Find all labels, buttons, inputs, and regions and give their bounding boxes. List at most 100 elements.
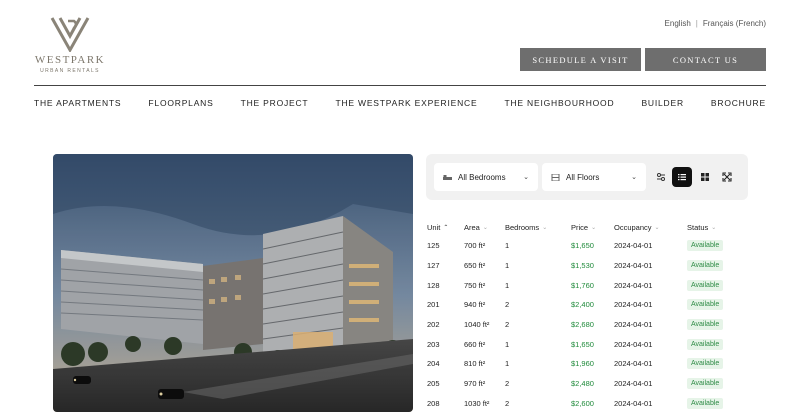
cell-occupancy: 2024-04-01 bbox=[614, 300, 653, 310]
nav-item-neighbourhood[interactable]: THE NEIGHBOURHOOD bbox=[504, 98, 614, 108]
cell-occupancy: 2024-04-01 bbox=[614, 320, 653, 330]
cell-bedrooms: 2 bbox=[505, 398, 510, 408]
expand-button[interactable] bbox=[717, 167, 737, 187]
table-row[interactable]: 201 940 ft² 2 $2,400 2024-04-01 Available bbox=[426, 295, 748, 315]
column-header-status[interactable]: Status ⌄ bbox=[687, 223, 748, 232]
cell-bedrooms: 1 bbox=[505, 339, 510, 349]
language-switcher: English | Français (French) bbox=[665, 19, 766, 28]
filter-panel: All Bedrooms ⌄ All Floors ⌄ bbox=[426, 154, 748, 200]
lang-english-link[interactable]: English bbox=[665, 19, 691, 28]
contact-us-button[interactable]: CONTACT US bbox=[645, 48, 766, 71]
schedule-visit-button[interactable]: SCHEDULE A VISIT bbox=[520, 48, 641, 71]
sort-icon: ⌄ bbox=[654, 224, 660, 231]
table-row[interactable]: 208 1030 ft² 2 $2,600 2024-04-01 Available bbox=[426, 394, 748, 412]
cell-area: 750 ft² bbox=[464, 280, 486, 290]
cell-price: $2,680 bbox=[571, 320, 594, 330]
column-header-label: Area bbox=[464, 222, 480, 232]
cell-area: 810 ft² bbox=[464, 359, 486, 369]
cell-occupancy: 2024-04-01 bbox=[614, 359, 653, 369]
nav-item-floorplans[interactable]: FLOORPLANS bbox=[148, 98, 213, 108]
cell-status: Available bbox=[687, 338, 748, 350]
cell-status: Available bbox=[687, 397, 748, 409]
cell-area: 700 ft² bbox=[464, 241, 486, 251]
lang-separator: | bbox=[695, 19, 698, 28]
nav-item-brochure[interactable]: BROCHURE bbox=[711, 98, 766, 108]
nav-item-project[interactable]: THE PROJECT bbox=[241, 98, 309, 108]
main-nav: THE APARTMENTS FLOORPLANS THE PROJECT TH… bbox=[34, 98, 766, 108]
cell-price: $2,600 bbox=[571, 398, 594, 408]
cell-status: Available bbox=[687, 260, 748, 272]
nav-item-apartments[interactable]: THE APARTMENTS bbox=[34, 98, 121, 108]
cell-status: Available bbox=[687, 358, 748, 370]
cell-unit: 201 bbox=[427, 300, 440, 310]
cell-unit: 204 bbox=[427, 359, 440, 369]
column-header-occupancy[interactable]: Occupancy ⌄ bbox=[614, 223, 687, 232]
grid-view-button[interactable] bbox=[695, 167, 715, 187]
status-badge: Available bbox=[687, 378, 724, 390]
cell-price: $1,760 bbox=[571, 280, 594, 290]
page: WESTPARK URBAN RENTALS English | Françai… bbox=[0, 0, 800, 412]
table-row[interactable]: 203 660 ft² 1 $1,650 2024-04-01 Available bbox=[426, 334, 748, 354]
cell-occupancy: 2024-04-01 bbox=[614, 261, 653, 271]
cell-price: $1,650 bbox=[571, 241, 594, 251]
bedrooms-dropdown[interactable]: All Bedrooms ⌄ bbox=[434, 163, 538, 191]
cell-area: 1030 ft² bbox=[464, 398, 490, 408]
table-row[interactable]: 127 650 ft² 1 $1,530 2024-04-01 Available bbox=[426, 256, 748, 276]
sort-icon: ⌄ bbox=[542, 224, 548, 231]
sort-icon: ⌄ bbox=[591, 224, 597, 231]
status-badge: Available bbox=[687, 299, 724, 311]
list-view-button[interactable] bbox=[672, 167, 692, 187]
cell-area: 970 ft² bbox=[464, 379, 486, 389]
cell-area: 1040 ft² bbox=[464, 320, 490, 330]
settings-sliders-button[interactable] bbox=[651, 167, 671, 187]
cell-status: Available bbox=[687, 240, 748, 252]
cell-status: Available bbox=[687, 378, 748, 390]
status-badge: Available bbox=[687, 260, 724, 272]
westpark-logo[interactable]: WESTPARK URBAN RENTALS bbox=[34, 16, 106, 74]
cell-price: $1,650 bbox=[571, 339, 594, 349]
cell-area: 660 ft² bbox=[464, 339, 486, 349]
cell-occupancy: 2024-04-01 bbox=[614, 398, 653, 408]
sort-asc-icon: ⌃ bbox=[443, 224, 449, 231]
column-header-unit[interactable]: Unit ⌃ bbox=[426, 223, 464, 232]
column-header-label: Bedrooms bbox=[505, 222, 540, 232]
column-header-price[interactable]: Price ⌄ bbox=[571, 223, 614, 232]
cell-unit: 125 bbox=[427, 241, 440, 251]
grid-view-icon bbox=[701, 173, 709, 181]
building-render-image bbox=[53, 154, 413, 412]
table-row[interactable]: 205 970 ft² 2 $2,480 2024-04-01 Available bbox=[426, 374, 748, 394]
status-badge: Available bbox=[687, 397, 724, 409]
column-header-area[interactable]: Area ⌄ bbox=[464, 223, 505, 232]
cell-price: $2,480 bbox=[571, 379, 594, 389]
cell-unit: 128 bbox=[427, 280, 440, 290]
bedrooms-dropdown-label: All Bedrooms bbox=[458, 172, 506, 182]
lang-french-link[interactable]: Français (French) bbox=[703, 19, 766, 28]
header-divider bbox=[34, 85, 766, 86]
status-badge: Available bbox=[687, 338, 724, 350]
table-row[interactable]: 128 750 ft² 1 $1,760 2024-04-01 Available bbox=[426, 275, 748, 295]
brand-tagline: URBAN RENTALS bbox=[40, 68, 100, 74]
cell-price: $1,960 bbox=[571, 359, 594, 369]
cell-occupancy: 2024-04-01 bbox=[614, 379, 653, 389]
cell-unit: 205 bbox=[427, 379, 440, 389]
chevron-down-icon: ⌄ bbox=[523, 174, 529, 181]
status-badge: Available bbox=[687, 319, 724, 331]
table-row[interactable]: 125 700 ft² 1 $1,650 2024-04-01 Available bbox=[426, 236, 748, 256]
nav-item-builder[interactable]: BUILDER bbox=[641, 98, 683, 108]
settings-sliders-icon bbox=[657, 173, 665, 181]
bed-icon bbox=[443, 174, 452, 180]
cell-price: $2,400 bbox=[571, 300, 594, 310]
cell-area: 940 ft² bbox=[464, 300, 486, 310]
table-row[interactable]: 202 1040 ft² 2 $2,680 2024-04-01 Available bbox=[426, 315, 748, 335]
table-row[interactable]: 204 810 ft² 1 $1,960 2024-04-01 Available bbox=[426, 354, 748, 374]
floors-dropdown[interactable]: All Floors ⌄ bbox=[542, 163, 646, 191]
floor-icon bbox=[551, 173, 560, 181]
cell-bedrooms: 2 bbox=[505, 320, 510, 330]
nav-item-experience[interactable]: THE WESTPARK EXPERIENCE bbox=[335, 98, 477, 108]
cell-occupancy: 2024-04-01 bbox=[614, 339, 653, 349]
cell-unit: 203 bbox=[427, 339, 440, 349]
cell-status: Available bbox=[687, 319, 748, 331]
column-header-bedrooms[interactable]: Bedrooms ⌄ bbox=[505, 223, 571, 232]
status-badge: Available bbox=[687, 358, 724, 370]
column-header-label: Status bbox=[687, 222, 709, 232]
